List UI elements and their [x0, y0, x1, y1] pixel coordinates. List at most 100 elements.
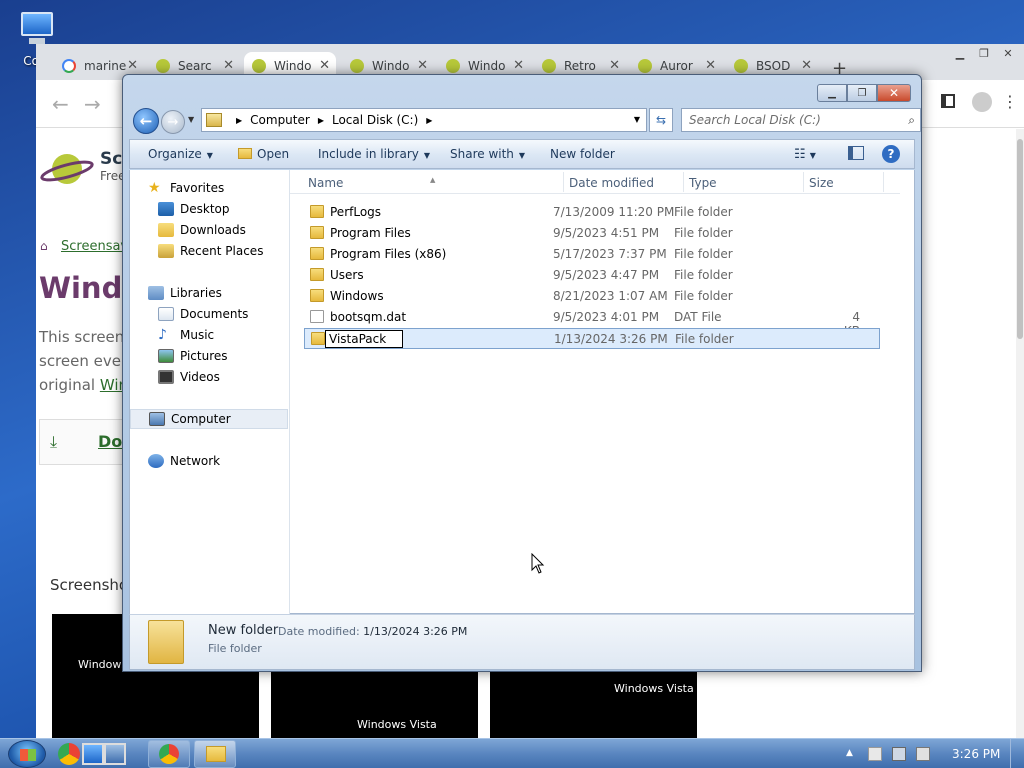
tab-title: Retro — [564, 59, 596, 73]
file-row[interactable]: Users 9/5/2023 4:47 PM File folder — [304, 265, 880, 286]
column-type[interactable]: Type — [689, 176, 717, 190]
close-icon[interactable]: ✕ — [877, 84, 911, 102]
maximize-icon[interactable]: ❐ — [847, 84, 877, 102]
open-button[interactable]: Open — [238, 147, 289, 161]
file-row[interactable]: Program Files (x86) 5/17/2023 7:37 PM Fi… — [304, 244, 880, 265]
show-hidden-icons-icon[interactable]: ▲ — [846, 748, 853, 758]
file-row[interactable]: Program Files 9/5/2023 4:51 PM File fold… — [304, 223, 880, 244]
nav-network[interactable]: Network — [130, 451, 288, 471]
nav-music[interactable]: ♪ Music — [130, 325, 288, 345]
file-row[interactable]: bootsqm.dat 9/5/2023 4:01 PM DAT File 4 … — [304, 307, 880, 338]
close-icon[interactable]: ✕ — [996, 44, 1020, 62]
details-date-label: Date modified: — [278, 625, 360, 638]
help-icon[interactable]: ? — [882, 145, 900, 163]
tab-title: BSOD — [756, 59, 791, 73]
back-arrow-icon[interactable]: ← — [52, 92, 69, 116]
music-icon: ♪ — [158, 327, 167, 343]
network-tray-icon[interactable] — [892, 747, 906, 761]
nav-label: Music — [180, 328, 215, 342]
menu-dots-icon[interactable]: ⋮ — [1002, 92, 1018, 111]
new-folder-button[interactable]: New folder — [550, 147, 615, 161]
minimize-icon[interactable]: ▁ — [817, 84, 847, 102]
column-date-modified[interactable]: Date modified — [569, 176, 654, 190]
close-tab-icon[interactable]: ✕ — [127, 58, 138, 73]
file-row[interactable]: PerfLogs 7/13/2009 11:20 PM File folder — [304, 202, 880, 223]
file-date: 7/13/2009 11:20 PM — [553, 205, 675, 219]
nav-computer[interactable]: Computer — [130, 409, 288, 429]
file-list: ▲ Name Date modified Type Size PerfLogs … — [290, 170, 916, 614]
chevron-right-icon[interactable]: ▶ — [426, 116, 432, 125]
close-tab-icon[interactable]: ✕ — [319, 58, 330, 73]
folder-icon — [238, 148, 252, 159]
nav-libraries[interactable]: Libraries — [130, 283, 288, 303]
column-name[interactable]: Name — [308, 176, 343, 190]
file-row-selected[interactable]: 1/13/2024 3:26 PM File folder — [304, 328, 880, 349]
chevron-right-icon[interactable]: ▶ — [318, 116, 324, 125]
taskbar-explorer-button[interactable] — [194, 740, 236, 768]
history-dropdown-icon[interactable]: ▼ — [188, 115, 194, 124]
navigation-pane: ★ Favorites Desktop Downloads Recent Plac… — [130, 170, 290, 614]
back-arrow-icon[interactable]: ← — [133, 108, 159, 134]
close-tab-icon[interactable]: ✕ — [801, 58, 812, 73]
column-size[interactable]: Size — [809, 176, 834, 190]
windows-logo-icon — [20, 749, 36, 761]
chevron-down-icon: ▼ — [206, 151, 213, 160]
organize-button[interactable]: Organize ▼ — [148, 147, 213, 161]
share-with-button[interactable]: Share with ▼ — [450, 147, 525, 161]
minimize-icon[interactable]: ▁ — [948, 44, 972, 62]
forward-arrow-icon[interactable]: → — [84, 92, 101, 116]
nav-pictures[interactable]: Pictures — [130, 346, 288, 366]
show-desktop-button[interactable] — [1010, 739, 1024, 768]
include-in-library-button[interactable]: Include in library ▼ — [318, 147, 430, 161]
file-name: Program Files (x86) — [330, 247, 447, 261]
nav-videos[interactable]: Videos — [130, 367, 288, 387]
forward-arrow-icon[interactable]: → — [161, 110, 185, 134]
file-date: 9/5/2023 4:01 PM — [553, 310, 660, 324]
action-center-flag-icon[interactable] — [868, 747, 882, 761]
close-tab-icon[interactable]: ✕ — [417, 58, 428, 73]
nav-recent-places[interactable]: Recent Places — [130, 241, 288, 261]
file-row[interactable]: Windows 8/21/2023 1:07 AM File folder — [304, 286, 880, 307]
profile-avatar-icon[interactable] — [972, 92, 992, 112]
maximize-icon[interactable]: ❐ — [972, 44, 996, 62]
start-button[interactable] — [8, 740, 46, 768]
search-input[interactable]: Search Local Disk (C:) ⌕ — [681, 108, 921, 132]
downloads-folder-icon — [158, 223, 174, 237]
nav-documents[interactable]: Documents — [130, 304, 288, 324]
close-tab-icon[interactable]: ✕ — [513, 58, 524, 73]
volume-muted-icon[interactable] — [916, 747, 930, 761]
show-desktop-icon[interactable] — [82, 743, 104, 765]
taskbar-chrome-button[interactable] — [148, 740, 190, 768]
breadcrumb-computer[interactable]: Computer — [250, 113, 310, 127]
file-name: Windows — [330, 289, 384, 303]
tab-title: Searc — [178, 59, 212, 73]
taskbar-clock[interactable]: 3:26 PM — [952, 747, 1000, 761]
saturn-icon — [734, 59, 748, 73]
home-icon[interactable]: ⌂ — [40, 239, 48, 253]
rename-input[interactable] — [325, 330, 403, 348]
libraries-icon — [148, 286, 164, 300]
nav-desktop[interactable]: Desktop — [130, 199, 288, 219]
nav-favorites[interactable]: ★ Favorites — [130, 178, 288, 198]
close-tab-icon[interactable]: ✕ — [223, 58, 234, 73]
preview-pane-icon[interactable] — [848, 146, 864, 160]
address-bar[interactable]: ▶ Computer ▶ Local Disk (C:) ▶ ▼ — [201, 108, 647, 132]
file-type: File folder — [674, 226, 733, 240]
nav-downloads[interactable]: Downloads — [130, 220, 288, 240]
page-scrollbar[interactable] — [1016, 129, 1024, 738]
side-panel-icon[interactable] — [941, 94, 955, 108]
chevron-right-icon[interactable]: ▶ — [236, 116, 242, 125]
details-date: Date modified: 1/13/2024 3:26 PM — [278, 625, 467, 638]
breadcrumb-local-disk[interactable]: Local Disk (C:) — [332, 113, 418, 127]
chevron-down-icon[interactable]: ▼ — [634, 115, 640, 124]
search-placeholder: Search Local Disk (C:) — [689, 113, 821, 127]
share-label: Share with — [450, 147, 514, 161]
refresh-button[interactable]: ⇆ — [649, 108, 673, 132]
close-tab-icon[interactable]: ✕ — [609, 58, 620, 73]
chrome-quicklaunch-icon[interactable] — [58, 743, 80, 765]
close-tab-icon[interactable]: ✕ — [705, 58, 716, 73]
switch-windows-icon[interactable] — [104, 743, 126, 765]
desc-line: original — [39, 376, 100, 394]
view-options-icon[interactable]: ☷ ▼ — [794, 147, 816, 162]
search-icon[interactable]: ⌕ — [908, 113, 915, 128]
